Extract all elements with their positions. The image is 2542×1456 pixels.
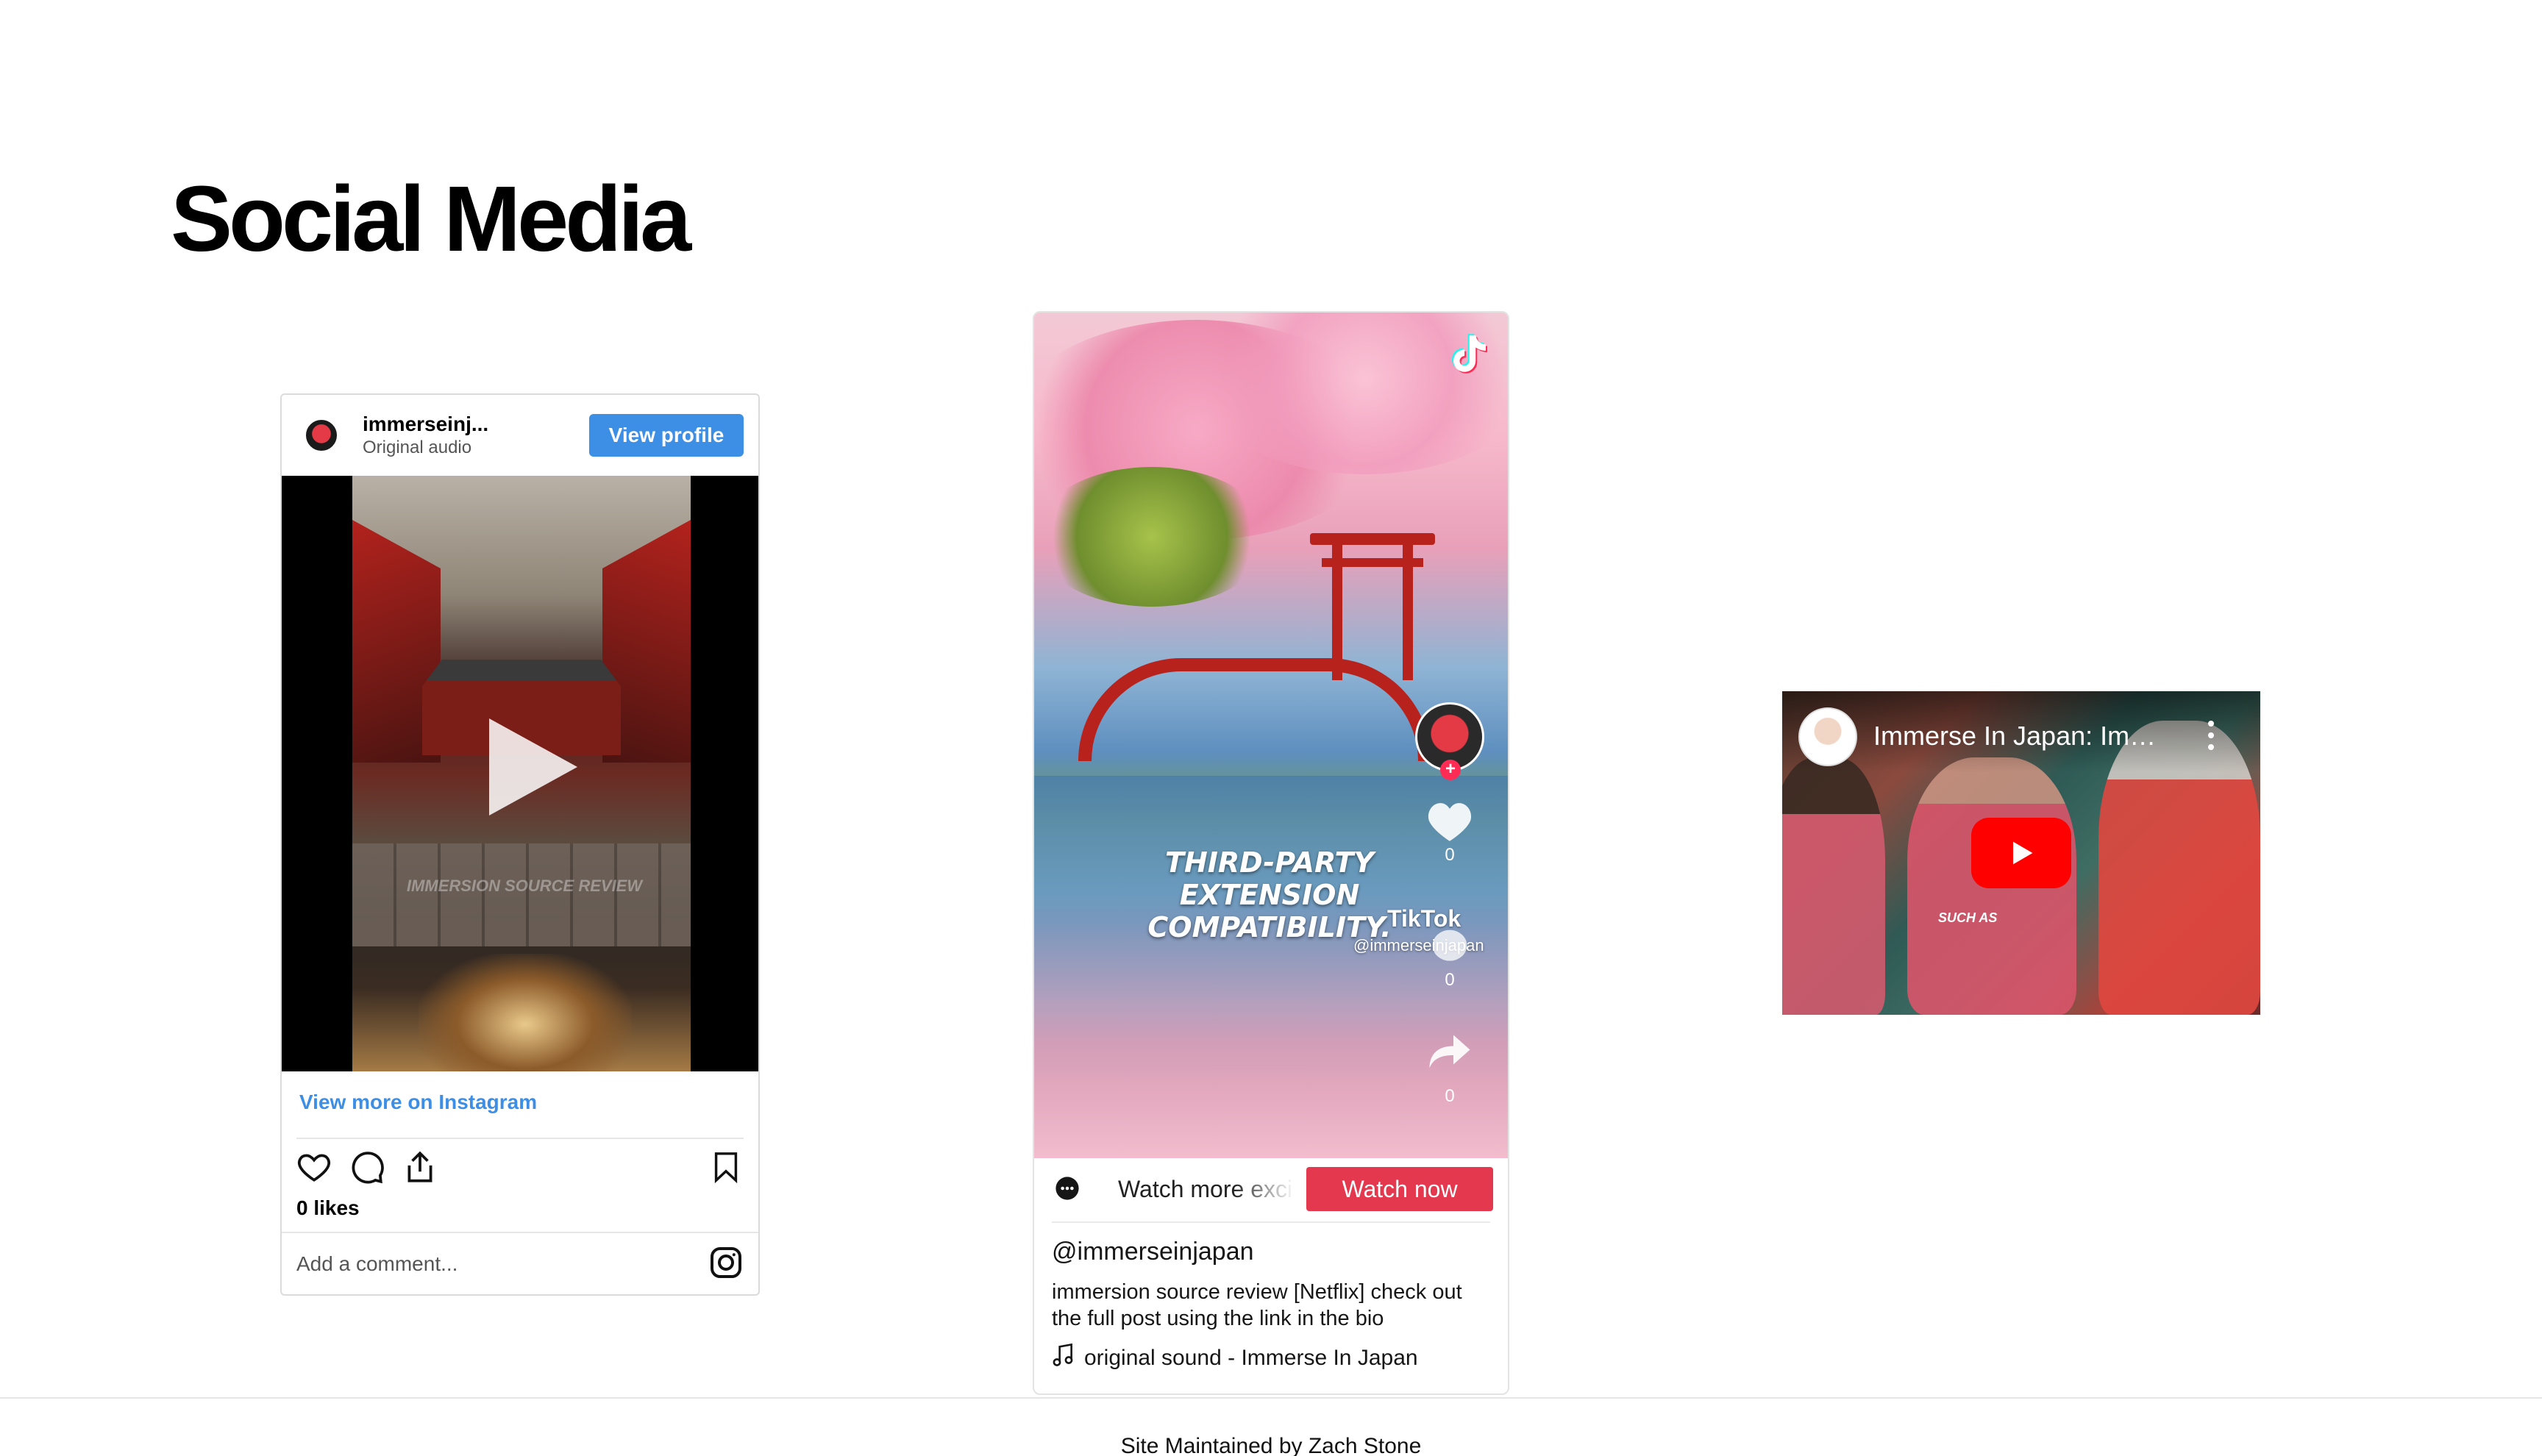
view-more-link[interactable]: View more on Instagram bbox=[299, 1091, 537, 1114]
music-note-icon bbox=[1052, 1343, 1074, 1373]
tiktok-description: immersion source review [Netflix] check … bbox=[1052, 1280, 1462, 1330]
share-count: 0 bbox=[1445, 1086, 1455, 1106]
tiktok-sound[interactable]: original sound - Immerse In Japan bbox=[1052, 1343, 1418, 1373]
chat-bubble-icon bbox=[1053, 1174, 1081, 1202]
youtube-video-title[interactable]: Immerse In Japan: Imm... bbox=[1873, 721, 2168, 752]
avatar[interactable] bbox=[304, 418, 339, 453]
heart-icon[interactable] bbox=[293, 1146, 335, 1188]
instagram-username[interactable]: immerseinj... bbox=[363, 413, 488, 436]
share-icon[interactable] bbox=[1424, 1027, 1475, 1076]
instagram-actions bbox=[293, 1146, 747, 1191]
instagram-video[interactable]: IMMERSION SOURCE REVIEW bbox=[282, 476, 758, 1071]
comment-icon[interactable] bbox=[346, 1146, 388, 1188]
footer-divider bbox=[0, 1397, 2542, 1399]
channel-avatar[interactable] bbox=[1798, 707, 1857, 766]
instagram-audio-label[interactable]: Original audio bbox=[363, 438, 471, 458]
play-icon bbox=[2013, 841, 2033, 865]
page: Social Media immerseinj... Original audi… bbox=[0, 0, 2542, 1456]
footer-credit: Site Maintained by Zach Stone bbox=[1120, 1434, 1422, 1456]
tiktok-handle[interactable]: @immerseinjapan bbox=[1052, 1238, 1254, 1266]
video-caption: SUCH AS bbox=[1938, 910, 1998, 925]
bridge bbox=[1078, 658, 1431, 761]
share-icon[interactable] bbox=[399, 1146, 441, 1188]
follow-plus-icon[interactable]: + bbox=[1440, 760, 1461, 780]
instagram-logo-icon[interactable] bbox=[705, 1242, 747, 1283]
divider bbox=[1052, 1221, 1490, 1223]
promo-text: Watch more exciting videos on TikTok bbox=[1118, 1176, 1295, 1202]
page-title: Social Media bbox=[171, 167, 691, 271]
tiktok-logo-icon[interactable] bbox=[1442, 326, 1498, 382]
bookmark-icon[interactable] bbox=[705, 1146, 747, 1188]
comment-input[interactable]: Add a comment... bbox=[296, 1252, 458, 1276]
like-count: 0 bbox=[1445, 845, 1455, 865]
instagram-embed: immerseinj... Original audio View profil… bbox=[280, 393, 760, 1296]
youtube-play-button[interactable] bbox=[1971, 818, 2071, 888]
likes-count: 0 likes bbox=[296, 1196, 360, 1219]
tiktok-embed: THIRD-PARTY EXTENSION COMPATIBILITY. + 0… bbox=[1033, 311, 1509, 1395]
view-profile-button[interactable]: View profile bbox=[589, 414, 744, 457]
play-icon[interactable] bbox=[489, 718, 577, 816]
more-options-icon[interactable] bbox=[2206, 721, 2216, 750]
sound-label: original sound - Immerse In Japan bbox=[1084, 1346, 1418, 1370]
youtube-embed[interactable]: Immerse In Japan: Imm... SUCH AS bbox=[1782, 691, 2260, 1015]
heart-icon[interactable] bbox=[1424, 798, 1475, 846]
divider bbox=[296, 1138, 744, 1139]
comment-icon[interactable] bbox=[1424, 923, 1475, 971]
instagram-header: immerseinj... Original audio View profil… bbox=[282, 395, 758, 476]
tiktok-promo-bar: Watch more exciting videos on TikTok Wat… bbox=[1034, 1158, 1508, 1220]
comment-count: 0 bbox=[1445, 970, 1455, 990]
watch-now-button[interactable]: Watch now bbox=[1306, 1167, 1493, 1211]
divider bbox=[282, 1232, 758, 1233]
tiktok-video[interactable]: THIRD-PARTY EXTENSION COMPATIBILITY. + 0… bbox=[1034, 313, 1508, 1158]
video-overlay-text: IMMERSION SOURCE REVIEW bbox=[406, 877, 643, 895]
